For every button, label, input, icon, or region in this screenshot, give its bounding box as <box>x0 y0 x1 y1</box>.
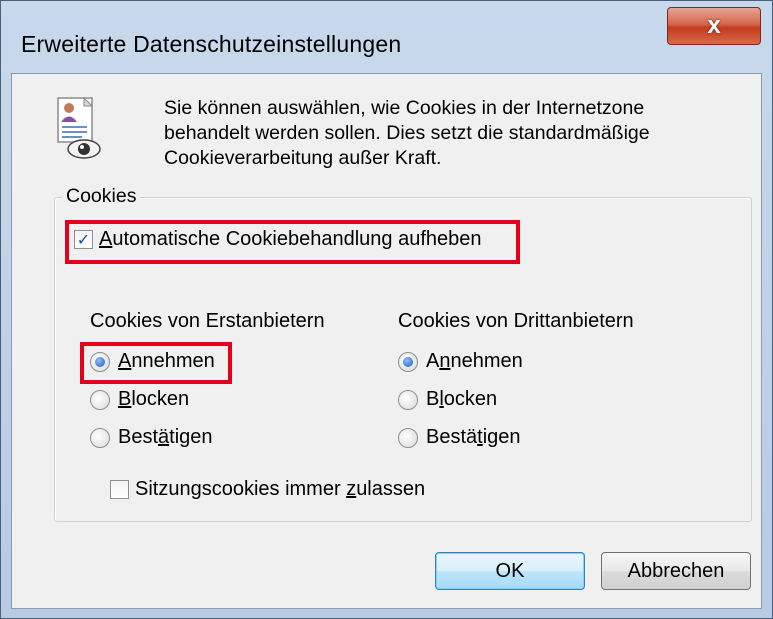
override-checkbox-row[interactable]: ✓ Automatische Cookiebehandlung aufheben <box>74 228 482 251</box>
override-checkbox[interactable]: ✓ <box>74 230 93 249</box>
radio-label: Blocken <box>118 388 190 410</box>
radio-selected-dot <box>95 356 105 367</box>
window-title: Erweiterte Datenschutzeinstellungen <box>21 31 402 57</box>
dialog-client-area: Sie können auswählen, wie Cookies in der… <box>11 73 762 609</box>
third-party-accept-radio[interactable]: Annehmen <box>398 350 523 373</box>
radio-button[interactable] <box>398 427 418 448</box>
first-party-prompt-radio[interactable]: Bestätigen <box>90 426 213 449</box>
title-bar[interactable]: Erweiterte Datenschutzeinstellungen x <box>1 1 772 79</box>
info-line-3: Cookieverarbeitung außer Kraft. <box>164 147 442 169</box>
radio-button[interactable] <box>398 389 418 410</box>
radio-label: Bestätigen <box>118 426 213 448</box>
session-cookies-label: Sitzungscookies immer zulassen <box>135 478 426 500</box>
session-cookies-checkbox[interactable] <box>110 480 129 499</box>
radio-button[interactable] <box>90 389 110 410</box>
third-party-block-radio[interactable]: Blocken <box>398 388 497 411</box>
session-cookies-checkbox-row[interactable]: Sitzungscookies immer zulassen <box>110 478 425 501</box>
third-party-prompt-radio[interactable]: Bestätigen <box>398 426 521 449</box>
first-party-title: Cookies von Erstanbietern <box>90 310 325 332</box>
info-line-1: Sie können auswählen, wie Cookies in der… <box>164 97 645 119</box>
checkmark-icon: ✓ <box>76 231 91 249</box>
first-party-block-radio[interactable]: Blocken <box>90 388 189 411</box>
radio-label: Annehmen <box>426 350 523 372</box>
first-party-accept-radio[interactable]: Annehmen <box>90 350 215 373</box>
close-icon: x <box>707 12 721 39</box>
radio-label: Bestätigen <box>426 426 521 448</box>
cancel-button[interactable]: Abbrechen <box>601 552 751 590</box>
info-description: Sie können auswählen, wie Cookies in der… <box>164 96 754 171</box>
ok-button[interactable]: OK <box>435 552 585 590</box>
radio-selected-dot <box>403 356 413 367</box>
cookies-group-label: Cookies <box>62 185 141 208</box>
info-line-2: behandelt werden sollen. Dies setzt die … <box>164 122 650 144</box>
close-button[interactable]: x <box>667 7 761 45</box>
radio-button[interactable] <box>398 351 418 372</box>
radio-label: Blocken <box>426 388 498 410</box>
dialog-window: Erweiterte Datenschutzeinstellungen x Si… <box>0 0 773 619</box>
override-checkbox-label: Automatische Cookiebehandlung aufheben <box>99 228 482 250</box>
radio-button[interactable] <box>90 351 110 372</box>
radio-button[interactable] <box>90 427 110 448</box>
radio-label: Annehmen <box>118 350 215 372</box>
third-party-title: Cookies von Drittanbietern <box>398 310 634 332</box>
privacy-document-eye-icon <box>57 96 101 159</box>
